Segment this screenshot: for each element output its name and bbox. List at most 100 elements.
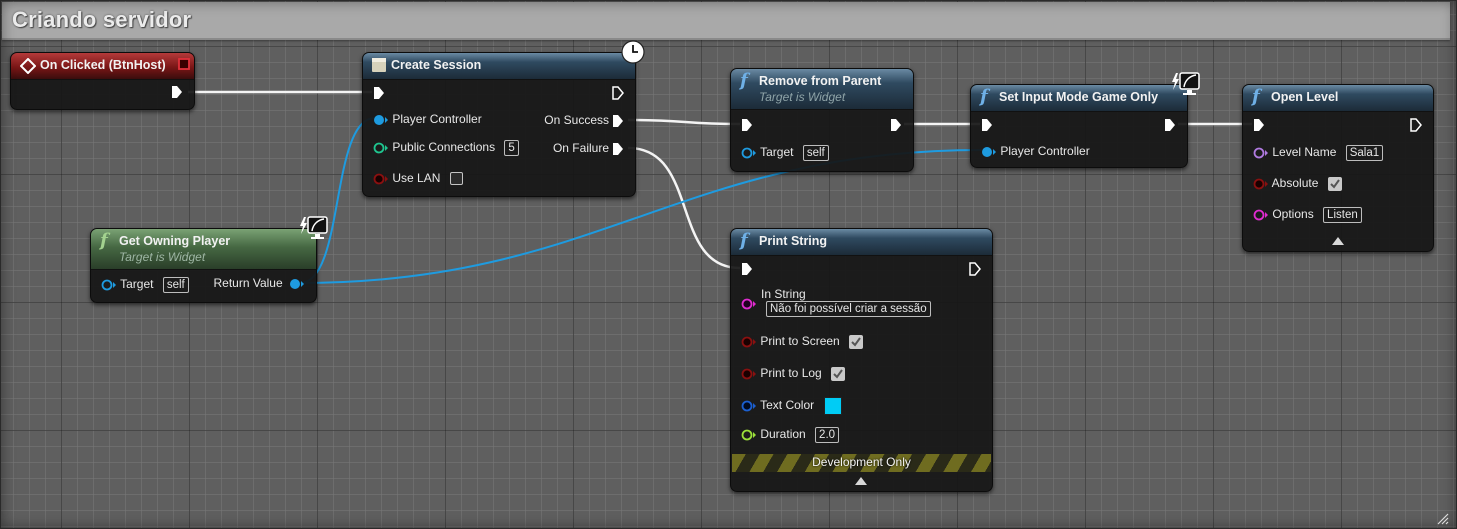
exec-in-pin[interactable] <box>373 86 385 100</box>
pin-label: Player Controller <box>392 112 482 126</box>
print-to-screen-checkbox[interactable] <box>849 334 864 349</box>
pin-use-lan[interactable]: Use LAN <box>373 171 463 186</box>
pin-public-connections[interactable]: Public Connections 5 <box>373 140 519 156</box>
absolute-checkbox[interactable] <box>1327 176 1342 191</box>
pin-label: On Failure <box>552 141 609 155</box>
client-only-monitor-icon <box>1172 72 1200 95</box>
node-header: f Print String <box>731 229 992 256</box>
in-string-input[interactable]: Não foi possível criar a sessão <box>766 301 931 317</box>
pin-return-value[interactable]: Return Value <box>214 276 306 290</box>
options-input[interactable]: Listen <box>1323 207 1362 223</box>
pin-on-success[interactable]: On Success <box>544 113 609 127</box>
resize-grip-icon[interactable] <box>1435 511 1449 525</box>
pin-label: Text Color <box>760 398 815 413</box>
node-print-string[interactable]: f Print String In String Não foi possíve… <box>730 228 993 492</box>
object-pin-icon <box>101 279 116 291</box>
target-value[interactable]: self <box>802 145 829 161</box>
function-icon: f <box>740 230 748 251</box>
node-title: Get Owning Player <box>119 234 231 248</box>
pin-options[interactable]: Options Listen <box>1253 207 1362 223</box>
function-icon: f <box>100 230 108 251</box>
text-color-swatch[interactable] <box>823 397 842 415</box>
exec-in-pin[interactable] <box>981 118 993 132</box>
string-pin-icon <box>741 298 756 310</box>
target-value[interactable]: self <box>162 277 189 293</box>
latent-clock-icon <box>621 40 645 64</box>
duration-input[interactable]: 2.0 <box>815 427 840 443</box>
collapse-arrow-icon[interactable] <box>1332 237 1344 245</box>
pin-label: Return Value <box>213 276 283 290</box>
pin-label: Public Connections <box>392 140 496 155</box>
development-only-banner: Development Only <box>732 454 991 472</box>
print-to-log-checkbox[interactable] <box>831 366 846 381</box>
pin-print-to-log[interactable]: Print to Log <box>741 366 846 381</box>
int-pin-icon <box>373 142 388 154</box>
node-remove-from-parent[interactable]: f Remove from Parent Target is Widget Ta… <box>730 68 914 172</box>
exec-out-pin-success[interactable] <box>612 114 624 128</box>
exec-in-pin[interactable] <box>1253 118 1265 132</box>
exec-wire-failure-to-print[interactable] <box>627 146 741 270</box>
object-pin-icon <box>290 278 304 289</box>
exec-out-pin[interactable] <box>1164 118 1176 132</box>
node-header: f Get Owning Player Target is Widget <box>91 229 316 270</box>
node-create-session[interactable]: Create Session Player Controller Public … <box>362 52 636 197</box>
color-pin-icon <box>741 400 756 412</box>
pin-player-controller[interactable]: Player Controller <box>981 144 1090 158</box>
name-pin-icon <box>1253 147 1268 159</box>
event-diamond-icon <box>20 58 36 74</box>
level-name-input[interactable]: Sala1 <box>1345 145 1384 161</box>
pin-label: Player Controller <box>1000 144 1090 158</box>
object-pin-icon <box>741 147 756 159</box>
pin-target[interactable]: Target self <box>101 277 189 293</box>
use-lan-checkbox[interactable] <box>449 172 463 186</box>
pin-text-color[interactable]: Text Color <box>741 397 842 415</box>
node-title: Create Session <box>391 58 482 72</box>
bool-pin-icon <box>741 368 756 380</box>
pin-player-controller[interactable]: Player Controller <box>373 112 482 126</box>
exec-in-pin[interactable] <box>741 262 753 276</box>
pin-absolute[interactable]: Absolute <box>1253 176 1342 191</box>
node-open-level[interactable]: f Open Level Level Name Sala1 Absolute O… <box>1242 84 1434 252</box>
exec-out-pin-failure[interactable] <box>612 142 624 156</box>
float-pin-icon <box>741 429 756 441</box>
pin-label: Print to Log <box>760 366 822 380</box>
pin-print-to-screen[interactable]: Print to Screen <box>741 334 864 349</box>
session-icon <box>372 58 386 72</box>
node-on-clicked[interactable]: On Clicked (BtnHost) <box>10 52 195 110</box>
node-title: Print String <box>759 234 828 248</box>
node-subtitle: Target is Widget <box>759 90 846 104</box>
pin-label: On Success <box>544 113 609 127</box>
exec-out-pin[interactable] <box>612 86 624 100</box>
function-icon: f <box>1252 86 1260 107</box>
exec-out-pin[interactable] <box>1410 118 1422 132</box>
exec-out-pin[interactable] <box>171 85 183 99</box>
exec-wire-success-to-remove[interactable] <box>627 118 741 126</box>
object-pin-icon <box>374 114 388 125</box>
exec-in-pin[interactable] <box>741 118 753 132</box>
checkmark-icon <box>851 337 861 347</box>
node-title: Set Input Mode Game Only <box>999 90 1159 104</box>
pin-label: Options <box>1272 207 1314 222</box>
delegate-pin-icon[interactable] <box>178 58 190 70</box>
node-title: On Clicked (BtnHost) <box>40 58 166 72</box>
bool-pin-icon <box>373 173 388 185</box>
expand-arrow-icon[interactable] <box>855 477 867 485</box>
function-icon: f <box>980 86 988 107</box>
bool-pin-icon <box>1253 178 1268 190</box>
pin-label: Level Name <box>1272 145 1337 160</box>
node-set-input-mode-game-only[interactable]: f Set Input Mode Game Only Player Contro… <box>970 84 1188 168</box>
node-header: f Remove from Parent Target is Widget <box>731 69 913 110</box>
node-title: Open Level <box>1271 90 1339 104</box>
pin-level-name[interactable]: Level Name Sala1 <box>1253 145 1384 161</box>
public-connections-input[interactable]: 5 <box>504 140 519 156</box>
exec-out-pin[interactable] <box>890 118 902 132</box>
pin-in-string[interactable]: In String Não foi possível criar a sessã… <box>741 287 931 317</box>
exec-out-pin[interactable] <box>969 262 981 276</box>
pin-on-failure[interactable]: On Failure <box>553 141 609 155</box>
node-subtitle: Target is Widget <box>119 250 206 264</box>
pin-duration[interactable]: Duration 2.0 <box>741 427 840 443</box>
pin-target[interactable]: Target self <box>741 145 829 161</box>
checkmark-icon <box>833 369 843 379</box>
pin-label: Absolute <box>1271 176 1319 190</box>
node-get-owning-player[interactable]: f Get Owning Player Target is Widget Tar… <box>90 228 317 303</box>
